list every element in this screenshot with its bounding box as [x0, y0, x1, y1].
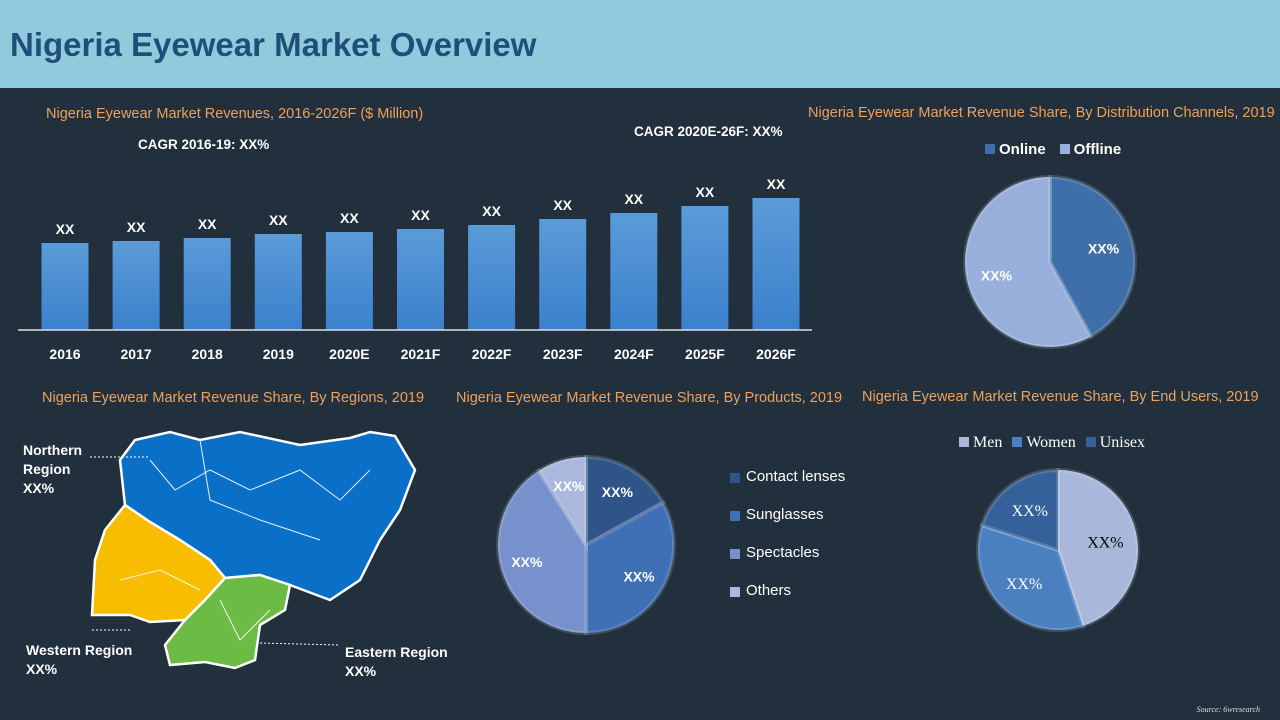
pie-data-label: XX% — [1088, 240, 1120, 256]
pie-data-label: XX% — [1006, 576, 1042, 593]
pie-data-label: XX% — [511, 554, 543, 570]
western-region-label: Western Region XX% — [26, 642, 133, 677]
pie-data-label: XX% — [553, 478, 585, 494]
eastern-region-label: Eastern Region XX% — [345, 644, 448, 679]
nigeria-region-map — [90, 430, 417, 670]
pie-data-label: XX% — [981, 268, 1013, 284]
pie-data-label: XX% — [1012, 503, 1048, 520]
pie-data-label: XX% — [623, 568, 655, 584]
pie-data-label: XX% — [602, 484, 634, 500]
pie-data-label: XX% — [1087, 534, 1123, 551]
source-note: Source: 6wresearch — [1196, 705, 1260, 714]
northern-region-label: Northern Region XX% — [23, 442, 83, 496]
